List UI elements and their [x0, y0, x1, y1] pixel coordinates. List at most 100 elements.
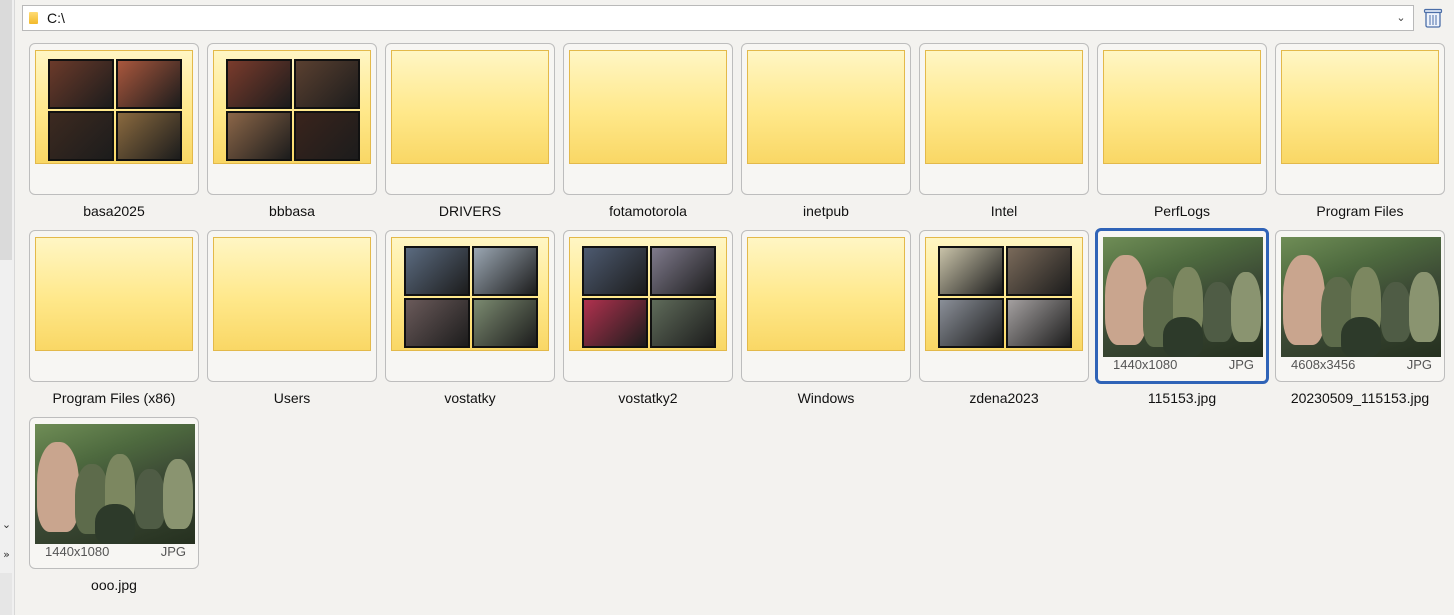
- folder-preview-images: [404, 246, 538, 348]
- recycle-bin-button[interactable]: [1423, 7, 1443, 29]
- photo-figure: [135, 469, 165, 529]
- folder-item[interactable]: fotamotorola: [563, 43, 733, 231]
- folder-thumbnail: [747, 237, 905, 351]
- item-tile[interactable]: [563, 43, 733, 195]
- address-bar[interactable]: C:\ ⌄: [22, 5, 1414, 31]
- item-tile[interactable]: 1440x1080 JPG: [1095, 228, 1269, 384]
- folder-item[interactable]: Intel: [919, 43, 1089, 231]
- folder-item[interactable]: basa2025: [29, 43, 199, 231]
- image-format: JPG: [1228, 357, 1254, 372]
- folder-thumbnail: [747, 50, 905, 164]
- photo-figure: [1341, 317, 1381, 357]
- folder-item[interactable]: zdena2023: [919, 230, 1089, 418]
- chevron-down-icon[interactable]: ⌄: [1393, 9, 1409, 27]
- preview-photo: [48, 111, 114, 161]
- item-tile[interactable]: 4608x3456 JPG: [1275, 230, 1445, 382]
- item-tile[interactable]: 1440x1080 JPG: [29, 417, 199, 569]
- folder-item[interactable]: vostatky: [385, 230, 555, 418]
- preview-photo: [1006, 246, 1072, 296]
- item-tile[interactable]: [29, 43, 199, 195]
- folder-thumbnail: [925, 50, 1083, 164]
- double-chevron-down-icon[interactable]: »: [0, 548, 13, 561]
- folder-thumbnail: [569, 237, 727, 351]
- photo-figure: [1163, 317, 1203, 357]
- photo-figure: [1409, 272, 1439, 342]
- preview-photo: [226, 59, 292, 109]
- folder-item[interactable]: vostatky2: [563, 230, 733, 418]
- preview-photo: [294, 59, 360, 109]
- item-tile[interactable]: [919, 230, 1089, 382]
- preview-photo: [472, 246, 538, 296]
- item-tile[interactable]: [1097, 43, 1267, 195]
- preview-photo: [116, 59, 182, 109]
- folder-thumbnail: [1103, 50, 1261, 164]
- folder-item[interactable]: PerfLogs: [1097, 43, 1267, 231]
- pane-footer: [0, 573, 12, 615]
- item-tile[interactable]: [385, 43, 555, 195]
- preview-photo: [650, 246, 716, 296]
- address-path: C:\: [47, 10, 65, 26]
- folder-preview-images: [48, 59, 182, 161]
- folder-item[interactable]: bbbasa: [207, 43, 377, 231]
- image-format: JPG: [1406, 357, 1432, 372]
- item-tile[interactable]: [29, 230, 199, 382]
- preview-photo: [404, 246, 470, 296]
- image-file-item[interactable]: 1440x1080 JPG 115153.jpg: [1095, 228, 1269, 418]
- folder-item[interactable]: Program Files (x86): [29, 230, 199, 418]
- item-label: fotamotorola: [609, 203, 687, 219]
- item-label: 115153.jpg: [1147, 390, 1217, 406]
- preview-photo: [48, 59, 114, 109]
- image-file-item[interactable]: 4608x3456 JPG 20230509_115153.jpg: [1275, 230, 1445, 418]
- image-dimensions: 1440x1080: [45, 544, 110, 559]
- item-tile[interactable]: [207, 43, 377, 195]
- item-tile[interactable]: [563, 230, 733, 382]
- image-thumbnail: [1103, 237, 1263, 357]
- item-tile[interactable]: [1275, 43, 1445, 195]
- item-label: Users: [273, 390, 311, 406]
- item-label: bbbasa: [269, 203, 315, 219]
- photo-figure: [1381, 282, 1411, 342]
- vertical-scrollbar[interactable]: [0, 0, 12, 260]
- item-label: DRIVERS: [438, 203, 502, 219]
- item-label: vostatky2: [618, 390, 678, 406]
- folder-thumbnail: [35, 237, 193, 351]
- preview-photo: [404, 298, 470, 348]
- image-format: JPG: [160, 544, 186, 559]
- item-label: inetpub: [803, 203, 849, 219]
- image-dimensions: 1440x1080: [1113, 357, 1178, 372]
- folder-thumbnail: [391, 50, 549, 164]
- item-tile[interactable]: [741, 43, 911, 195]
- photo-figure: [95, 504, 135, 544]
- item-label: ooo.jpg: [91, 577, 137, 593]
- folder-preview-images: [226, 59, 360, 161]
- item-tile[interactable]: [207, 230, 377, 382]
- image-file-item[interactable]: 1440x1080 JPG ooo.jpg: [29, 417, 199, 605]
- folder-item[interactable]: Users: [207, 230, 377, 418]
- preview-photo: [582, 298, 648, 348]
- folder-thumbnail: [213, 50, 371, 164]
- photo-figure: [163, 459, 193, 529]
- item-tile[interactable]: [919, 43, 1089, 195]
- folder-thumbnail: [1281, 50, 1439, 164]
- preview-photo: [1006, 298, 1072, 348]
- folder-item[interactable]: DRIVERS: [385, 43, 555, 231]
- folder-thumbnail: [391, 237, 549, 351]
- folder-preview-images: [938, 246, 1072, 348]
- item-label: 20230509_115153.jpg: [1290, 390, 1430, 406]
- item-label: vostatky: [444, 390, 496, 406]
- image-thumbnail: [1281, 237, 1441, 357]
- folder-thumbnail: [213, 237, 371, 351]
- image-dimensions: 4608x3456: [1291, 357, 1356, 372]
- chevron-down-icon[interactable]: ⌄: [0, 518, 13, 531]
- photo-figure: [1283, 255, 1325, 345]
- photo-figure: [1203, 282, 1233, 342]
- folder-item[interactable]: Windows: [741, 230, 911, 418]
- item-tile[interactable]: [741, 230, 911, 382]
- item-tile[interactable]: [385, 230, 555, 382]
- item-label: zdena2023: [969, 390, 1039, 406]
- preview-photo: [650, 298, 716, 348]
- folder-item[interactable]: inetpub: [741, 43, 911, 231]
- image-thumbnail: [35, 424, 195, 544]
- item-label: basa2025: [83, 203, 145, 219]
- folder-item[interactable]: Program Files: [1275, 43, 1445, 231]
